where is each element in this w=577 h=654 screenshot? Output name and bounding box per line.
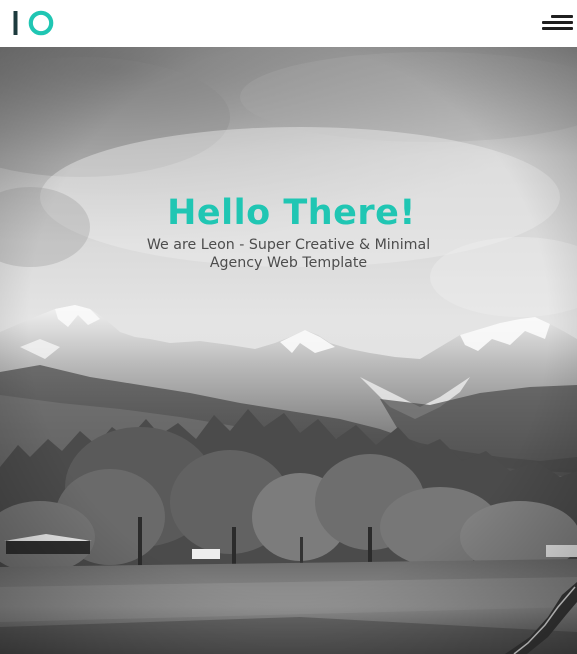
hamburger-menu-icon[interactable] — [541, 13, 573, 33]
top-navbar — [0, 0, 577, 47]
mountain-landscape-image — [0, 47, 577, 654]
leon-logo-icon[interactable] — [12, 8, 56, 38]
hero-subtitle: We are Leon - Super Creative & Minimal A… — [146, 237, 431, 271]
hero-section: Hello There! We are Leon - Super Creativ… — [0, 47, 577, 654]
hero-title: Hello There! — [167, 193, 416, 233]
hero-text-block: Hello There! We are Leon - Super Creativ… — [0, 193, 577, 272]
